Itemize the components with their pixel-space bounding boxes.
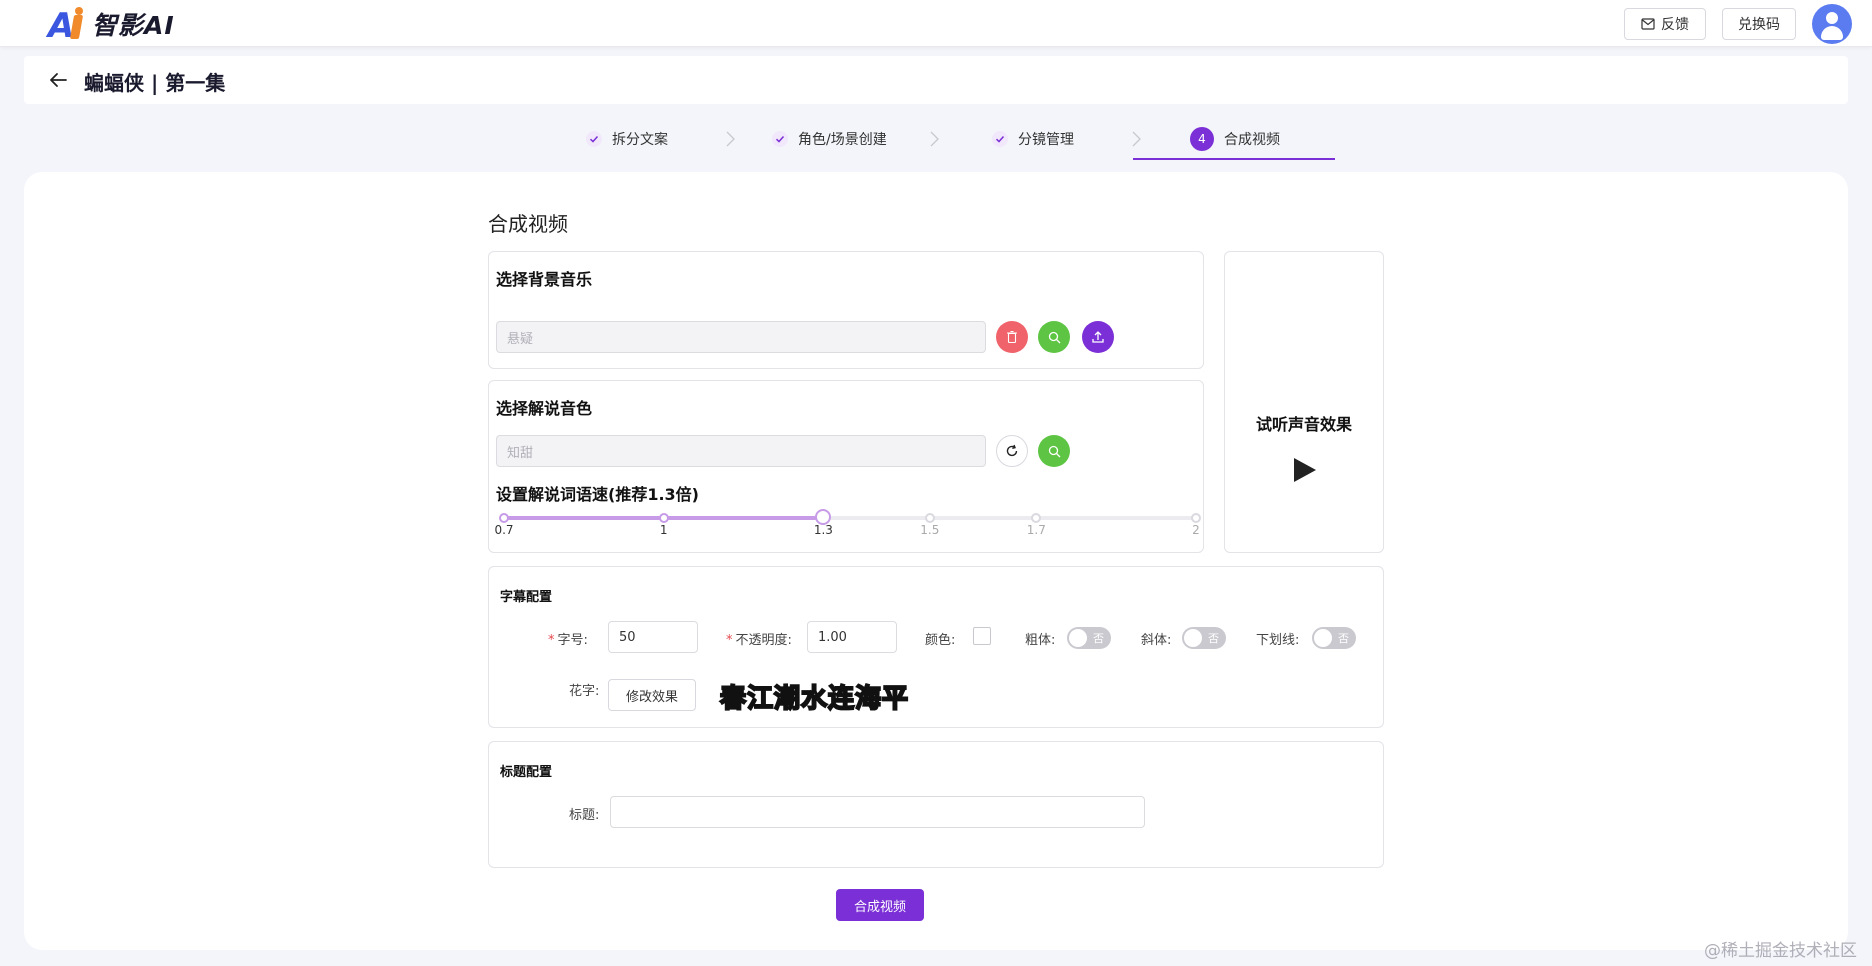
slider-tick-label: 2	[1192, 523, 1200, 537]
slider-tick-dot[interactable]	[924, 513, 935, 523]
preview-title: 试听声音效果	[1255, 415, 1352, 434]
opacity-label: * 不透明度:	[726, 629, 792, 648]
page-header: 蝙蝠侠 | 第一集	[24, 56, 1848, 104]
bgm-select[interactable]: 悬疑	[496, 321, 986, 353]
chevron-right-icon	[1132, 131, 1141, 147]
search-bgm-button[interactable]	[1038, 321, 1070, 353]
step-label: 分镜管理	[1018, 132, 1074, 148]
redeem-code-button[interactable]: 兑换码	[1722, 8, 1796, 40]
fancy-text-preview: 春江潮水连海平	[719, 683, 910, 715]
preview-panel[interactable]	[1224, 251, 1384, 553]
play-icon[interactable]	[1290, 456, 1318, 484]
font-size-input[interactable]: 50	[608, 621, 698, 653]
slider-tick-label: 1.3	[813, 523, 833, 537]
toggle-text: 否	[1338, 632, 1349, 645]
active-step-underline	[1133, 158, 1335, 160]
step-label: 合成视频	[1224, 132, 1280, 148]
color-label: 颜色:	[925, 633, 956, 648]
speed-slider[interactable]	[499, 509, 1201, 525]
logo-mark-icon: A	[48, 7, 88, 43]
bold-label: 粗体:	[1025, 633, 1056, 648]
check-icon	[772, 131, 788, 147]
step-storyboard[interactable]: 分镜管理	[992, 118, 1074, 160]
underline-label: 下划线:	[1256, 633, 1300, 648]
upload-bgm-button[interactable]	[1082, 321, 1114, 353]
logo-text: 智影AI	[92, 11, 175, 40]
step-split-script[interactable]: 拆分文案	[586, 118, 668, 160]
step-label: 拆分文案	[612, 132, 668, 148]
step-number-badge: 4	[1190, 127, 1214, 151]
section-title: 合成视频	[488, 212, 568, 236]
refresh-voice-button[interactable]	[996, 435, 1028, 467]
redeem-label: 兑换码	[1738, 17, 1780, 33]
avatar-body-icon	[1821, 26, 1843, 40]
chevron-right-icon	[930, 131, 939, 147]
title-config-title: 标题配置	[500, 765, 553, 780]
font-size-label: * 字号:	[548, 629, 588, 648]
italic-label: 斜体:	[1141, 633, 1172, 648]
watermark: @稀土掘金技术社区	[1704, 941, 1857, 961]
step-progress: 拆分文案 角色/场景创建 分镜管理 4 合成视频	[0, 118, 1872, 162]
toggle-knob	[1069, 629, 1087, 647]
underline-toggle[interactable]: 否	[1312, 627, 1356, 649]
user-avatar[interactable]	[1812, 4, 1852, 44]
top-bar: A 智影AI 反馈 兑换码	[0, 0, 1872, 47]
delete-bgm-button[interactable]	[996, 321, 1028, 353]
slider-tick-label: 0.7	[494, 523, 514, 537]
check-icon	[992, 131, 1008, 147]
feedback-button[interactable]: 反馈	[1624, 8, 1706, 40]
speed-title: 设置解说词语速(推荐1.3倍)	[496, 485, 699, 504]
avatar-head-icon	[1826, 12, 1838, 24]
step-label: 角色/场景创建	[798, 132, 887, 148]
search-icon	[1048, 331, 1060, 343]
modify-effect-button[interactable]: 修改效果	[608, 679, 696, 711]
step-compose-video[interactable]: 4 合成视频	[1190, 118, 1280, 160]
toggle-knob	[1314, 629, 1332, 647]
check-icon	[586, 131, 602, 147]
app-logo[interactable]: A 智影AI	[48, 6, 175, 43]
toggle-knob	[1184, 629, 1202, 647]
refresh-icon	[1006, 444, 1018, 457]
color-picker[interactable]	[973, 627, 991, 645]
required-mark: *	[548, 633, 555, 648]
italic-toggle[interactable]: 否	[1182, 627, 1226, 649]
search-icon	[1048, 445, 1060, 457]
toggle-text: 否	[1208, 632, 1219, 645]
slider-tick-label: 1	[659, 523, 668, 537]
opacity-label-text: 不透明度:	[735, 633, 792, 648]
opacity-input[interactable]: 1.00	[807, 621, 897, 653]
voice-title: 选择解说音色	[496, 399, 593, 418]
title-label: 标题:	[569, 808, 600, 823]
bold-toggle[interactable]: 否	[1067, 627, 1111, 649]
back-arrow-icon[interactable]	[46, 68, 70, 92]
title-input[interactable]	[610, 796, 1145, 828]
toggle-text: 否	[1093, 632, 1104, 645]
bgm-title: 选择背景音乐	[496, 270, 593, 289]
chevron-right-icon	[726, 131, 735, 147]
compose-video-button[interactable]: 合成视频	[836, 889, 924, 921]
upload-icon	[1092, 331, 1104, 343]
slider-tick-dot[interactable]	[658, 513, 669, 523]
slider-tick-label: 1.7	[1026, 523, 1046, 537]
slider-tick-label: 1.5	[920, 523, 940, 537]
font-size-label-text: 字号:	[557, 633, 588, 648]
page-title: 蝙蝠侠 | 第一集	[84, 71, 226, 95]
subtitle-config-title: 字幕配置	[500, 590, 553, 605]
step-character-scene[interactable]: 角色/场景创建	[772, 118, 887, 160]
fancy-text-label: 花字:	[569, 684, 600, 699]
voice-select[interactable]: 知甜	[496, 435, 986, 467]
search-voice-button[interactable]	[1038, 435, 1070, 467]
feedback-label: 反馈	[1661, 17, 1689, 33]
mail-icon	[1641, 18, 1655, 30]
trash-icon	[1007, 330, 1017, 344]
slider-tick-dot[interactable]	[499, 513, 509, 523]
required-mark: *	[726, 633, 733, 648]
slider-tick-dot[interactable]	[1191, 513, 1201, 523]
